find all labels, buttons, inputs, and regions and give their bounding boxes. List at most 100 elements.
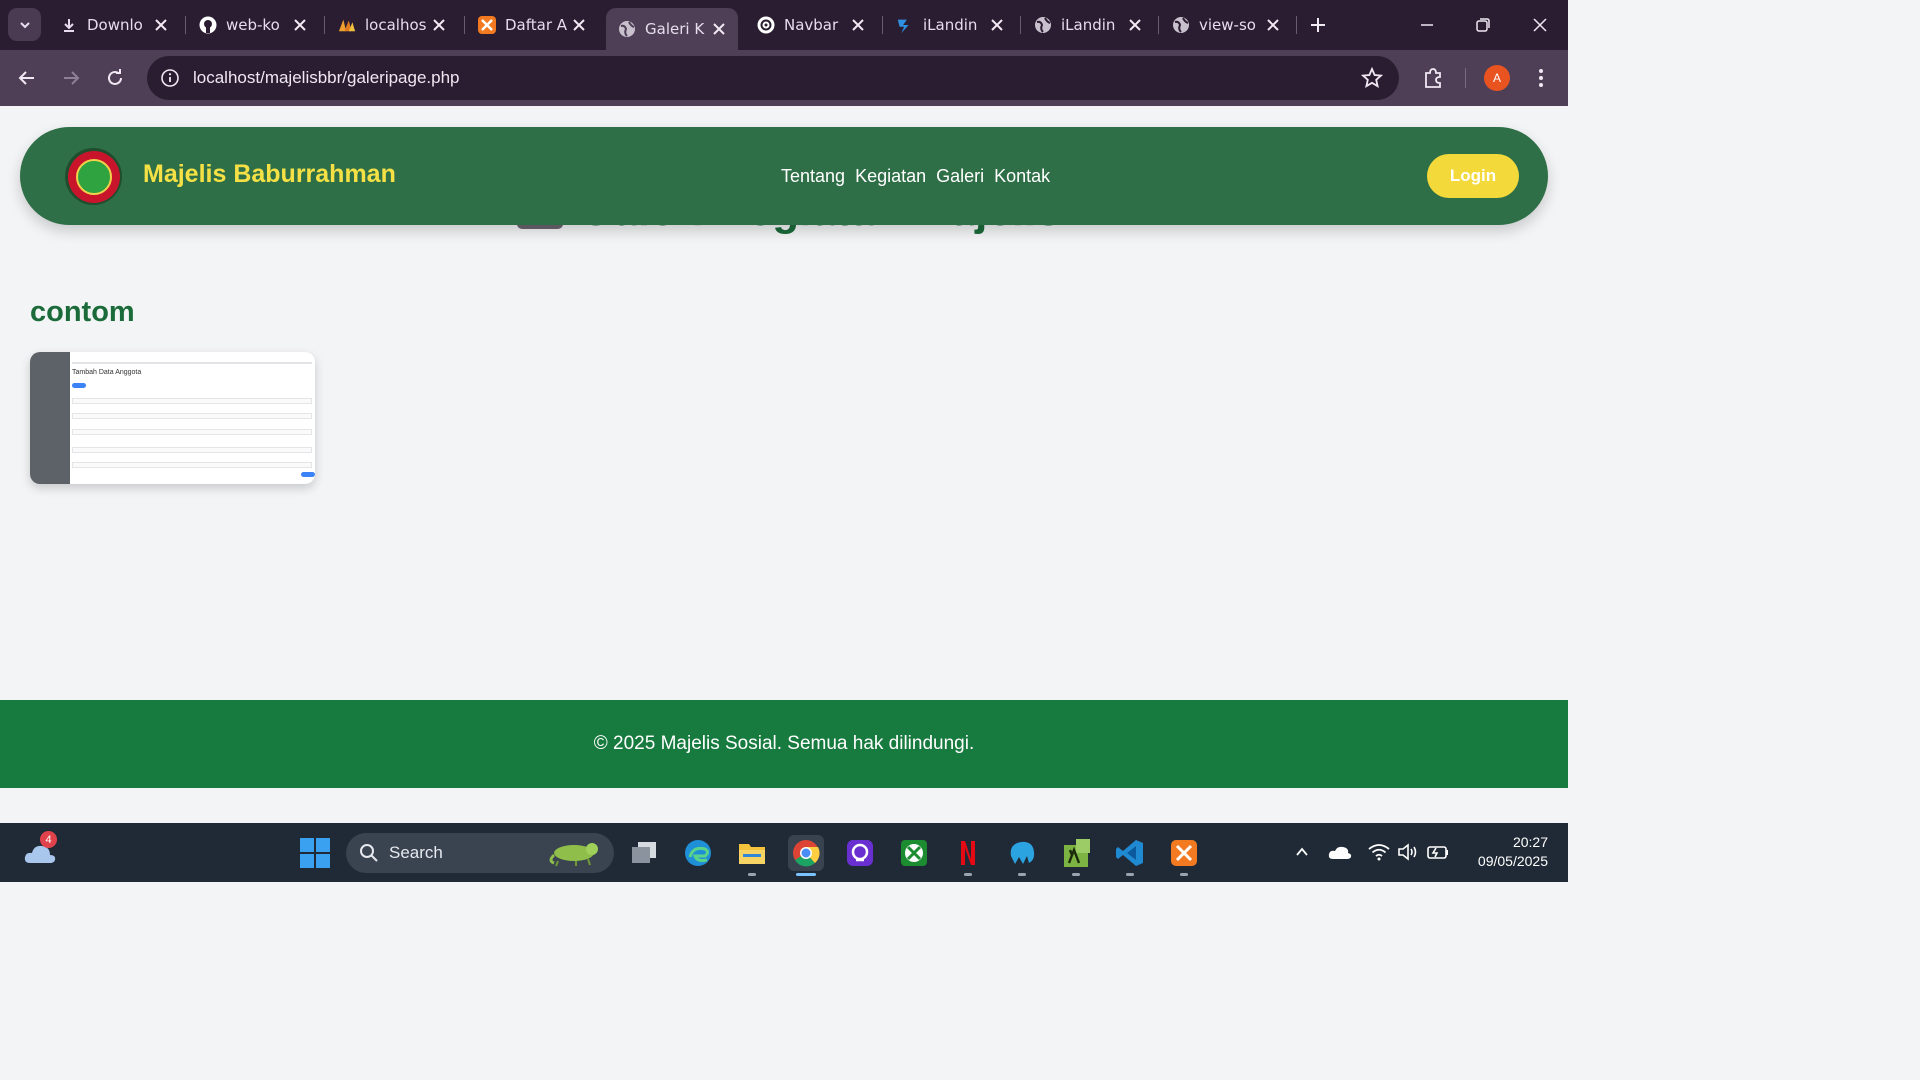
minimize-icon	[1421, 24, 1433, 26]
login-button[interactable]: Login	[1427, 154, 1519, 198]
tab-navbar[interactable]: Navbar	[745, 8, 877, 42]
site-footer: © 2025 Majelis Sosial. Semua hak dilindu…	[0, 700, 1568, 788]
close-icon[interactable]	[849, 16, 867, 34]
close-icon[interactable]	[1264, 16, 1282, 34]
github-icon	[199, 16, 217, 34]
reload-button[interactable]	[100, 63, 130, 93]
windows-taskbar: 4 Search 20:27 09/05/2025	[0, 823, 1568, 882]
calculator-lambda-icon[interactable]	[1058, 835, 1094, 876]
nav-link-kegiatan[interactable]: Kegiatan	[855, 166, 926, 187]
close-window-button[interactable]	[1525, 10, 1555, 40]
globe-icon	[1172, 16, 1190, 34]
gallery-thumbnail[interactable]: Tambah Data Anggota	[30, 352, 315, 484]
close-icon[interactable]	[1126, 16, 1144, 34]
running-indicator	[748, 873, 756, 876]
new-tab-button[interactable]	[1305, 12, 1331, 38]
show-hidden-icons-button[interactable]	[1290, 840, 1314, 864]
clock-time: 20:27	[1512, 834, 1548, 850]
xampp-icon[interactable]	[1166, 835, 1202, 876]
browser-menu-button[interactable]	[1526, 63, 1556, 93]
tab-downloads[interactable]: Downlo	[48, 8, 180, 42]
windows-logo-tile	[316, 838, 330, 852]
thumbnail-button	[72, 383, 86, 388]
vscode-icon[interactable]	[1112, 835, 1148, 876]
nav-link-tentang[interactable]: Tentang	[781, 166, 845, 187]
bookmark-star-icon[interactable]	[1360, 66, 1384, 89]
thumbnail-field	[72, 413, 312, 419]
tab-github[interactable]: web-ko	[187, 8, 319, 42]
tab-search-button[interactable]	[8, 8, 41, 41]
footer-text: © 2025 Majelis Sosial. Semua hak dilindu…	[593, 733, 975, 754]
nav-link-kontak[interactable]: Kontak	[994, 166, 1050, 187]
battery-icon[interactable]	[1426, 840, 1450, 864]
windows-logo-tile	[316, 854, 330, 868]
close-icon[interactable]	[988, 16, 1006, 34]
chevron-down-icon	[19, 21, 30, 28]
windows-logo-tile	[300, 854, 314, 868]
edge-icon[interactable]	[680, 835, 716, 871]
tab-separator	[1020, 16, 1021, 34]
close-icon	[1533, 18, 1547, 32]
browser-tab-bar: Downlo web-ko localhos Daftar A Galeri K…	[0, 0, 1568, 50]
tab-title: Navbar	[784, 16, 839, 34]
profile-avatar[interactable]: A	[1484, 65, 1510, 91]
back-button[interactable]	[12, 63, 42, 93]
tab-phpmyadmin[interactable]: localhos	[326, 8, 458, 42]
nav-link-galeri[interactable]: Galeri	[936, 166, 984, 187]
chrome-icon[interactable]	[788, 835, 824, 876]
close-icon[interactable]	[710, 20, 728, 38]
url-text[interactable]: localhost/majelisbbr/galeripage.php	[193, 68, 460, 88]
running-indicator	[1126, 873, 1134, 876]
tailwind-icon	[896, 16, 914, 34]
onedrive-icon[interactable]	[1328, 840, 1352, 864]
file-explorer-icon[interactable]	[734, 835, 770, 876]
running-indicator	[1072, 873, 1080, 876]
tab-ilanding-1[interactable]: iLandin	[884, 8, 1016, 42]
photo-app-icon[interactable]	[842, 835, 878, 871]
thumbnail-field	[72, 462, 312, 468]
tab-ilanding-2[interactable]: iLandin	[1022, 8, 1154, 42]
system-clock[interactable]: 20:27 09/05/2025	[1458, 833, 1548, 871]
nav-links: Tentang Kegiatan Galeri Kontak	[781, 166, 1050, 187]
running-indicator	[1018, 873, 1026, 876]
album-title: contom	[30, 296, 135, 328]
tab-title: Downlo	[87, 16, 143, 34]
wifi-icon[interactable]	[1367, 840, 1391, 864]
close-icon[interactable]	[152, 16, 170, 34]
speaker-icon[interactable]	[1396, 840, 1420, 864]
close-icon[interactable]	[430, 16, 448, 34]
tab-separator	[324, 16, 325, 34]
running-indicator	[964, 873, 972, 876]
close-icon[interactable]	[570, 16, 588, 34]
kebab-menu-icon	[1539, 69, 1543, 87]
extensions-button[interactable]	[1418, 63, 1448, 93]
forward-button[interactable]	[56, 63, 86, 93]
majelis-logo[interactable]	[65, 148, 122, 205]
globe-icon	[1034, 16, 1052, 34]
netflix-icon[interactable]	[950, 835, 986, 876]
taskbar-search[interactable]: Search	[346, 833, 614, 873]
tab-title: localhos	[365, 16, 427, 34]
tab-galeri[interactable]: Galeri K	[606, 8, 738, 50]
plus-icon	[1311, 18, 1325, 32]
thumbnail-heading: Tambah Data Anggota	[72, 369, 142, 376]
chevron-up-icon	[1296, 847, 1308, 856]
minimize-button[interactable]	[1412, 10, 1442, 40]
brand-name[interactable]: Majelis Baburrahman	[143, 160, 396, 189]
xbox-icon[interactable]	[896, 835, 932, 871]
address-bar[interactable]: localhost/majelisbbr/galeripage.php	[147, 56, 1399, 100]
task-view-icon[interactable]	[626, 835, 662, 871]
start-button[interactable]	[300, 838, 330, 868]
running-indicator	[796, 873, 816, 876]
restore-button[interactable]	[1468, 10, 1498, 40]
tab-view-source[interactable]: view-so	[1160, 8, 1292, 42]
arrow-left-icon	[18, 71, 34, 85]
info-icon[interactable]	[159, 67, 181, 89]
tab-separator	[1158, 16, 1159, 34]
arrow-right-icon	[64, 71, 80, 85]
page-viewport: Galeri Kegiatan Majelis Majelis Baburrah…	[0, 106, 1568, 823]
mysql-workbench-icon[interactable]	[1004, 835, 1040, 876]
search-icon	[360, 844, 378, 862]
close-icon[interactable]	[291, 16, 309, 34]
tab-xampp[interactable]: Daftar A	[466, 8, 598, 42]
